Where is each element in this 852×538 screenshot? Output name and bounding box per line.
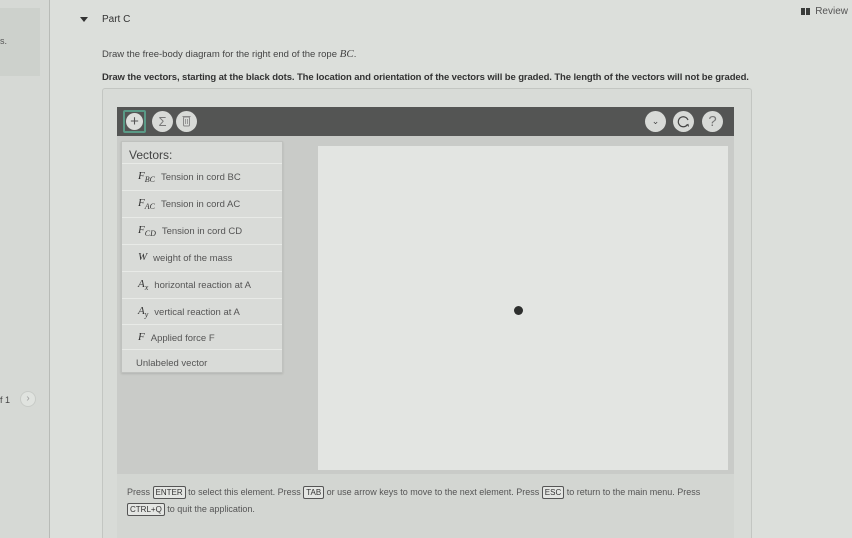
vector-item[interactable]: W weight of the mass	[122, 244, 282, 271]
unlabeled-vector-item[interactable]: Unlabeled vector	[122, 349, 282, 376]
vector-symbol: FCD	[138, 223, 156, 239]
drawing-canvas[interactable]	[318, 146, 728, 470]
tab-key: TAB	[303, 486, 325, 499]
part-header[interactable]: Part C	[80, 14, 130, 25]
vector-item[interactable]: Ay vertical reaction at A	[122, 298, 282, 325]
sum-button[interactable]: Σ	[152, 111, 173, 132]
vector-label: vertical reaction at A	[154, 306, 240, 318]
vector-symbol: F	[138, 330, 145, 343]
sidebar-text: s.	[0, 36, 8, 46]
vector-label: weight of the mass	[153, 252, 233, 264]
vector-symbol: FBC	[138, 169, 155, 185]
vector-item[interactable]: FAC Tension in cord AC	[122, 190, 282, 217]
chevron-right-icon[interactable]: ›	[20, 391, 36, 407]
keyboard-help-text: Press ENTER to select this element. Pres…	[127, 484, 707, 518]
help-text: to return to the main menu. Press	[564, 487, 701, 497]
vector-label: Tension in cord BC	[160, 171, 241, 183]
help-text: or use arrow keys to move to the next el…	[324, 487, 542, 497]
vector-symbol: FAC	[138, 196, 155, 212]
esc-key: ESC	[541, 486, 565, 499]
vector-label: Applied force F	[150, 332, 215, 344]
book-icon	[801, 8, 811, 15]
help-icon: ?	[708, 113, 717, 130]
delete-button[interactable]	[176, 111, 197, 132]
reset-icon	[677, 116, 689, 128]
part-title: Part C	[102, 14, 131, 25]
review-label: Review	[815, 6, 848, 17]
instruction-line-1: Draw the free-body diagram for the right…	[102, 48, 356, 60]
vectors-title: Vectors:	[129, 148, 173, 162]
trash-icon	[182, 116, 191, 127]
vector-symbol: Ax	[138, 277, 149, 293]
reset-button[interactable]	[673, 111, 694, 132]
instruction-line-2: Draw the vectors, starting at the black …	[102, 72, 749, 83]
instruction-text: Draw the free-body diagram for the right…	[102, 49, 340, 60]
vectors-panel: Vectors: FBC Tension in cord BC FAC Tens…	[121, 141, 283, 373]
sigma-icon: Σ	[158, 114, 167, 129]
plus-icon: +	[126, 113, 143, 130]
vector-label: Unlabeled vector	[136, 357, 208, 369]
vector-symbol: Ay	[138, 304, 149, 320]
review-link[interactable]: Review	[801, 6, 848, 17]
vector-label: Tension in cord CD	[161, 225, 243, 237]
vector-label: Tension in cord AC	[160, 198, 241, 210]
chevron-down-icon: ⌄	[651, 116, 660, 126]
toolbar: + Σ ⌄ ?	[117, 107, 734, 136]
anchor-dot[interactable]	[514, 306, 523, 315]
vector-item[interactable]: FBC Tension in cord BC	[122, 163, 282, 190]
enter-key: ENTER	[152, 486, 186, 499]
help-text: Press	[127, 487, 153, 497]
vector-item[interactable]: FCD Tension in cord CD	[122, 217, 282, 244]
help-text: to quit the application.	[164, 504, 255, 514]
left-sidebar: s. f 1 ›	[0, 0, 50, 538]
options-button[interactable]: ⌄	[645, 111, 666, 132]
caret-down-icon[interactable]	[80, 17, 88, 22]
vector-item[interactable]: F Applied force F	[122, 324, 282, 351]
page: s. f 1 › Review Part C Draw the free-bod…	[0, 0, 852, 538]
add-vector-button[interactable]: +	[123, 110, 146, 133]
ctrl-q-key: CTRL+Q	[127, 503, 165, 516]
rope-label: BC	[339, 48, 354, 60]
vector-label: horizontal reaction at A	[154, 279, 251, 291]
help-text: to select this element. Press	[185, 487, 304, 497]
instruction-period: .	[353, 49, 357, 60]
vector-item[interactable]: Ax horizontal reaction at A	[122, 271, 282, 298]
help-button[interactable]: ?	[702, 111, 723, 132]
vector-symbol: W	[138, 250, 148, 263]
page-indicator: f 1	[0, 395, 11, 405]
